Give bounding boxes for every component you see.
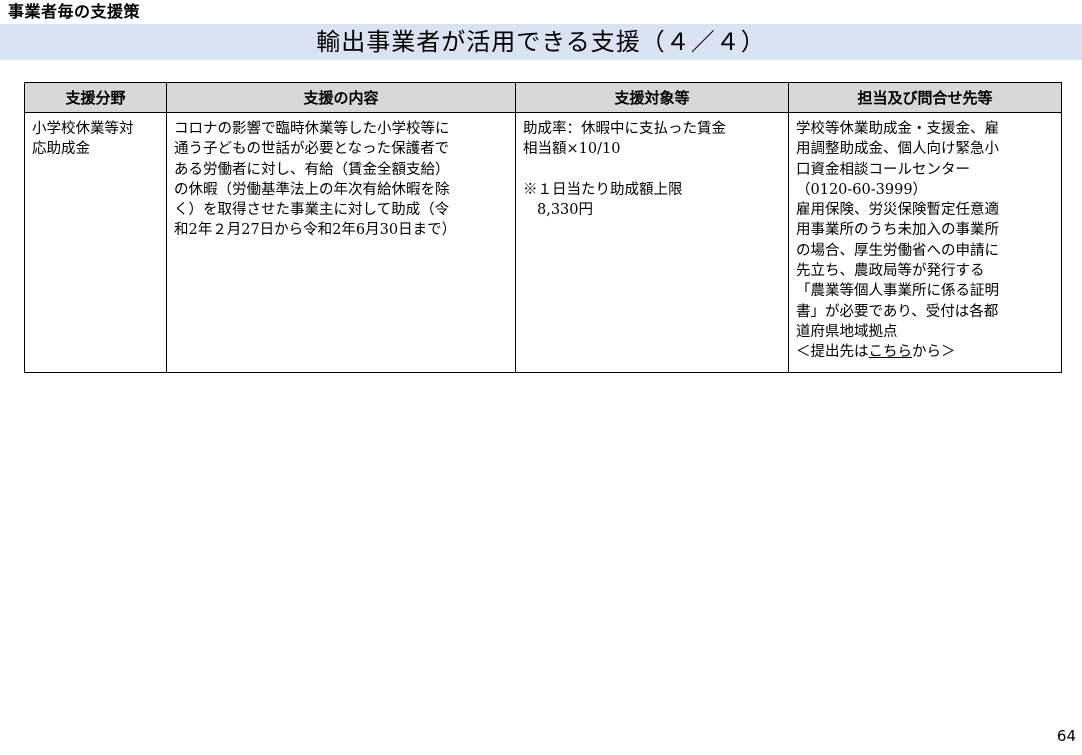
target-limit: 8,330円 xyxy=(537,202,594,219)
content-line: 和2年２月27日から令和2年6月30日まで） xyxy=(174,222,457,239)
contact-line: 学校等休業助成金・支援金、雇 xyxy=(796,121,999,137)
field-line: 応助成金 xyxy=(32,141,90,158)
contact-line: 用調整助成金、個人向け緊急小 xyxy=(796,141,999,158)
column-header-target: 支援対象等 xyxy=(515,82,789,113)
submission-prefix: ＜提出先は xyxy=(796,344,869,361)
contact-phone: （0120-60-3999） xyxy=(796,181,928,198)
table-header-row: 支援分野 支援の内容 支援対象等 担当及び問合せ先等 xyxy=(24,82,1062,113)
target-rate-line: 助成率：休暇中に支払った賃金 xyxy=(523,121,726,137)
target-rate-line: 相当額×10/10 xyxy=(523,141,621,158)
section-label: 事業者毎の支援策 xyxy=(8,2,141,21)
content-line: コロナの影響で臨時休業等した小学校等に xyxy=(174,121,450,137)
contact-line: 雇用保険、労災保険暫定任意適 xyxy=(796,202,999,219)
submission-link[interactable]: こちら xyxy=(869,344,913,360)
cell-target: 助成率：休暇中に支払った賃金 相当額×10/10 ※１日当たり助成額上限 8,3… xyxy=(515,112,789,373)
table-row: 小学校休業等対 応助成金 コロナの影響で臨時休業等した小学校等に 通う子どもの世… xyxy=(24,112,1062,373)
contact-line: 「農業等個人事業所に係る証明 xyxy=(796,283,999,300)
column-header-content: 支援の内容 xyxy=(166,82,516,113)
target-note: ※１日当たり助成額上限 xyxy=(523,181,683,198)
submission-info: ＜提出先はこちらから＞ xyxy=(796,342,1054,362)
cell-field: 小学校休業等対 応助成金 xyxy=(24,112,167,373)
content-line: 通う子どもの世話が必要となった保護者で xyxy=(174,141,450,158)
field-line: 小学校休業等対 xyxy=(32,121,134,137)
cell-content: コロナの影響で臨時休業等した小学校等に 通う子どもの世話が必要となった保護者で … xyxy=(166,112,516,373)
column-header-contact: 担当及び問合せ先等 xyxy=(788,82,1062,113)
title-band: 輸出事業者が活用できる支援（４／４） xyxy=(0,24,1082,60)
contact-line: 口資金相談コールセンター xyxy=(796,161,970,178)
contact-line: 用事業所のうち未加入の事業所 xyxy=(796,222,999,239)
support-table: 支援分野 支援の内容 支援対象等 担当及び問合せ先等 小学校休業等対 応助成金 … xyxy=(24,82,1062,373)
contact-line: 書」が必要であり、受付は各都 xyxy=(796,303,999,320)
contact-line: の場合、厚生労働省への申請に xyxy=(796,242,999,259)
content-line: く）を取得させた事業主に対して助成（令 xyxy=(174,202,450,219)
contact-line: 先立ち、農政局等が発行する xyxy=(796,263,985,280)
page-number: 64 xyxy=(1056,727,1076,745)
cell-contact: 学校等休業助成金・支援金、雇 用調整助成金、個人向け緊急小 口資金相談コールセン… xyxy=(788,112,1062,373)
content-line: の休暇（労働基準法上の年次有給休暇を除 xyxy=(174,181,450,198)
page-title: 輸出事業者が活用できる支援（４／４） xyxy=(316,28,766,56)
column-header-field: 支援分野 xyxy=(24,82,167,113)
contact-line: 道府県地域拠点 xyxy=(796,323,898,340)
submission-suffix: から＞ xyxy=(912,344,956,361)
content-line: ある労働者に対し、有給（賃金全額支給） xyxy=(174,161,450,178)
